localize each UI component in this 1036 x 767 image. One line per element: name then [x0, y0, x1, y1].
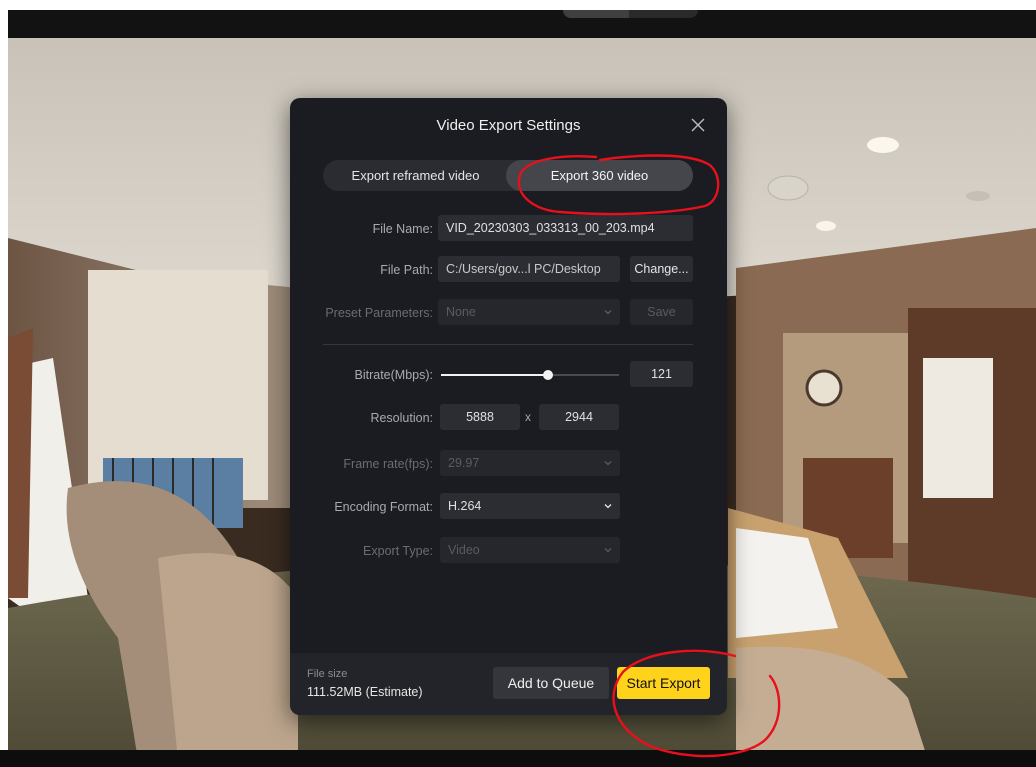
frame-rate-label: Frame rate(fps):: [343, 457, 433, 471]
resolution-width-input[interactable]: 5888: [440, 404, 520, 430]
bitrate-slider-fill: [441, 374, 548, 376]
close-icon[interactable]: [688, 115, 708, 135]
frame-rate-select[interactable]: 29.97: [440, 450, 620, 476]
file-name-input[interactable]: VID_20230303_033313_00_203.mp4: [438, 215, 693, 241]
export-type-select[interactable]: Video: [440, 537, 620, 563]
resolution-height-input[interactable]: 2944: [539, 404, 619, 430]
resolution-separator: x: [525, 410, 531, 424]
encoding-label: Encoding Format:: [334, 500, 433, 514]
file-size-value: 111.52MB (Estimate): [307, 685, 423, 699]
dialog-title: Video Export Settings: [436, 117, 581, 134]
tab-export-reframed[interactable]: Export reframed video: [323, 160, 508, 191]
encoding-select[interactable]: H.264: [440, 493, 620, 519]
add-to-queue-button[interactable]: Add to Queue: [493, 667, 609, 699]
chevron-down-icon: [604, 548, 612, 553]
file-path-label: File Path:: [380, 263, 433, 277]
bitrate-label: Bitrate(Mbps):: [354, 368, 434, 382]
start-export-button[interactable]: Start Export: [617, 667, 710, 699]
bitrate-slider-handle[interactable]: [542, 370, 553, 380]
preset-label: Preset Parameters:: [325, 306, 433, 320]
preset-select[interactable]: None: [438, 299, 620, 325]
change-path-button[interactable]: Change...: [630, 256, 693, 282]
resolution-label: Resolution:: [370, 411, 433, 425]
frame-rate-value: 29.97: [448, 456, 480, 470]
bottom-strip: [0, 750, 1036, 767]
chevron-down-icon: [604, 461, 612, 466]
tab-export-360[interactable]: Export 360 video: [506, 160, 693, 191]
export-settings-dialog: Video Export Settings Export reframed vi…: [290, 98, 727, 715]
file-size-label: File size: [307, 668, 348, 680]
save-preset-button[interactable]: Save: [630, 299, 693, 325]
file-name-label: File Name:: [372, 222, 433, 236]
bitrate-input[interactable]: 121: [630, 361, 693, 387]
top-toolbar: [8, 10, 1036, 38]
chevron-down-icon: [604, 310, 612, 315]
view-mode-toggle[interactable]: [563, 10, 698, 18]
preset-value: None: [446, 305, 476, 319]
export-type-value: Video: [448, 543, 480, 557]
export-mode-tabs: Export reframed video Export 360 video: [323, 160, 693, 191]
section-divider: [323, 344, 693, 345]
export-type-label: Export Type:: [363, 544, 433, 558]
encoding-value: H.264: [448, 499, 482, 513]
view-mode-active[interactable]: [563, 10, 629, 18]
bitrate-slider[interactable]: [441, 370, 619, 380]
dialog-footer: File size 111.52MB (Estimate) Add to Que…: [290, 653, 727, 715]
chevron-down-icon: [604, 504, 612, 509]
file-path-field: C:/Users/gov...l PC/Desktop: [438, 256, 620, 282]
